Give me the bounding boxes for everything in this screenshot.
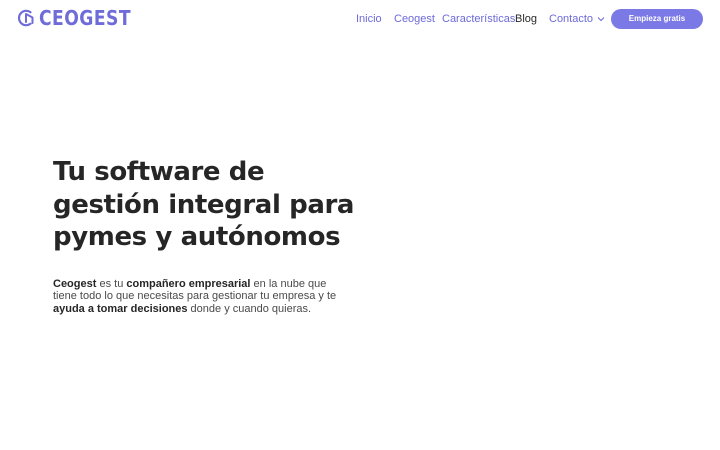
hero-title: Tu software de gestión integral para pym… — [53, 157, 355, 252]
hero-text-segment: es tu — [96, 278, 127, 290]
hero-text-segment: compañero empresarial — [126, 278, 251, 290]
hero-text-segment: donde y cuando quieras. — [187, 302, 312, 315]
nav-link-inicio[interactable]: Inicio — [356, 11, 382, 27]
top-navigation-bar: CEOGEST Inicio Ceogest Características B… — [0, 0, 720, 38]
hero-text-segment: ayuda a tomar decisiones — [53, 302, 188, 315]
brand-logo[interactable]: CEOGEST — [17, 7, 146, 29]
nav-link-ceogest[interactable]: Ceogest — [394, 11, 435, 27]
nav-link-blog[interactable]: Blog — [515, 11, 537, 27]
chevron-down-icon — [597, 17, 605, 22]
brand-name: CEOGEST — [39, 6, 131, 30]
start-free-button[interactable]: Empieza gratis — [611, 9, 703, 29]
nav-link-caracteristicas[interactable]: Características — [442, 11, 515, 27]
nav-link-contacto[interactable]: Contacto — [549, 11, 605, 27]
hero-text-segment: Ceogest — [53, 278, 97, 290]
ceogest-logo-icon — [18, 9, 34, 27]
nav-link-contacto-label: Contacto — [549, 13, 594, 25]
hero-description: Ceogest es tu compañero empresarial en l… — [53, 278, 343, 315]
